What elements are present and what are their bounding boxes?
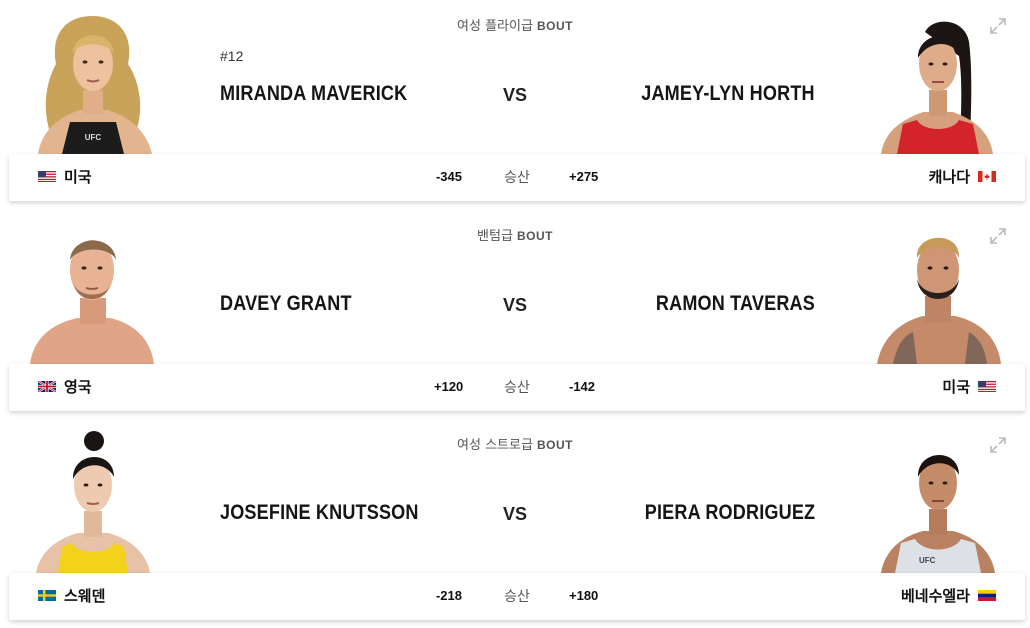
fighter-portrait-image bbox=[881, 21, 993, 154]
blue-fighter-photo[interactable] bbox=[873, 222, 1003, 364]
bout-word: BOUT bbox=[516, 229, 553, 243]
svg-text:UFC: UFC bbox=[919, 556, 936, 565]
country-name: 캐나다 bbox=[928, 168, 970, 186]
fighter-portrait-image bbox=[36, 431, 150, 573]
blue-fighter-country: 베네수엘라 bbox=[901, 585, 996, 606]
bout-header: 여성 플라이급 BOUT UFC #12 MIRANDA MAVERICK VS … bbox=[0, 0, 1030, 154]
blue-fighter-odds: +180 bbox=[569, 588, 599, 603]
fighter-portrait-image: UFC bbox=[38, 16, 152, 154]
bout-word: BOUT bbox=[536, 19, 573, 33]
svg-text:UFC: UFC bbox=[85, 133, 102, 142]
blue-fighter-name[interactable]: JAMEY-LYN HORTH bbox=[641, 82, 815, 106]
blue-fighter-odds: -142 bbox=[569, 379, 596, 394]
odds-label: 승산 bbox=[504, 170, 530, 186]
expand-icon[interactable] bbox=[988, 16, 1008, 36]
fighter-portrait-image bbox=[30, 240, 154, 364]
expand-icon[interactable] bbox=[988, 226, 1008, 246]
fighter-portrait-image: UFC bbox=[881, 454, 995, 573]
bout-header: 여성 스트로급 BOUT JOSEFINE KNUTSSON VS PIERA R… bbox=[0, 419, 1030, 573]
usa-flag-icon bbox=[978, 381, 996, 392]
country-name: 미국 bbox=[942, 378, 970, 396]
bout-card-2[interactable]: 밴텀급 BOUT DAVEY GRANT VS RAMON TAVERAS 영국… bbox=[0, 210, 1030, 420]
odds-bar: 미국 -345 승산 +275 캐나다 bbox=[9, 154, 1025, 201]
weight-class-name: 여성 플라이급 bbox=[457, 19, 533, 34]
blue-fighter-photo[interactable] bbox=[873, 12, 1003, 154]
venezuela-flag-icon bbox=[978, 590, 996, 601]
blue-fighter-country: 캐나다 bbox=[929, 166, 996, 187]
odds-bar: 스웨덴 -218 승산 +180 베네수엘라 bbox=[9, 573, 1025, 620]
fighter-rank: #12 bbox=[220, 48, 244, 64]
weight-class-name: 밴텀급 bbox=[477, 229, 513, 244]
blue-fighter-photo[interactable]: UFC bbox=[873, 431, 1003, 573]
blue-fighter-name[interactable]: PIERA RODRIGUEZ bbox=[645, 501, 815, 525]
bout-header: 밴텀급 BOUT DAVEY GRANT VS RAMON TAVERAS bbox=[0, 210, 1030, 364]
weight-class-name: 여성 스트로급 bbox=[457, 438, 533, 453]
odds-label: 승산 bbox=[504, 380, 530, 396]
blue-fighter-odds: +275 bbox=[569, 169, 599, 184]
blue-fighter-name[interactable]: RAMON TAVERAS bbox=[656, 292, 815, 316]
bout-word: BOUT bbox=[536, 438, 573, 452]
canada-flag-icon bbox=[978, 171, 996, 182]
red-fighter-photo[interactable] bbox=[28, 431, 158, 573]
odds-label: 승산 bbox=[504, 589, 530, 605]
expand-icon[interactable] bbox=[988, 435, 1008, 455]
bout-card-3[interactable]: 여성 스트로급 BOUT JOSEFINE KNUTSSON VS PIERA R… bbox=[0, 419, 1030, 628]
country-name: 베네수엘라 bbox=[900, 587, 970, 605]
red-fighter-photo[interactable] bbox=[28, 222, 158, 364]
bout-card-1[interactable]: 여성 플라이급 BOUT UFC #12 MIRANDA MAVERICK VS … bbox=[0, 0, 1030, 210]
odds-bar: 영국 +120 승산 -142 미국 bbox=[9, 364, 1025, 411]
blue-fighter-country: 미국 bbox=[942, 376, 996, 397]
red-fighter-photo[interactable]: UFC bbox=[28, 12, 158, 154]
fighter-portrait-image bbox=[877, 237, 1001, 364]
